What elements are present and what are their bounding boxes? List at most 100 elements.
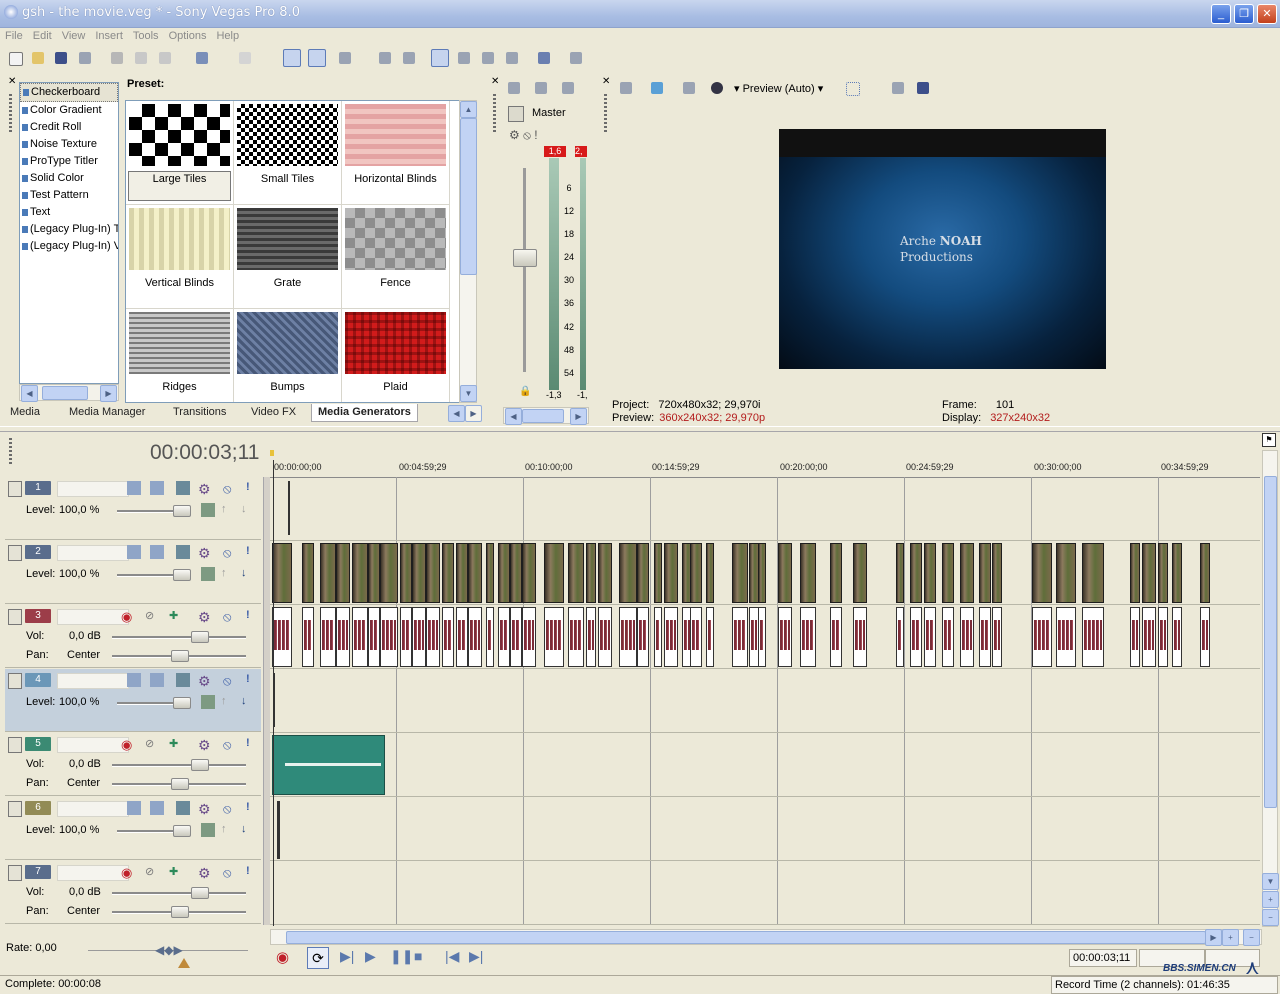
snapping-icon[interactable] xyxy=(336,49,354,67)
track-header-2[interactable]: 2 ⚙ ⦸ ! Level: 100,0 % ↑ ↓ xyxy=(5,541,261,604)
video-event[interactable] xyxy=(690,543,702,603)
stop-button[interactable]: ■ xyxy=(414,948,434,968)
audio-event[interactable] xyxy=(442,607,454,667)
save-icon[interactable] xyxy=(52,49,70,67)
video-event[interactable] xyxy=(1032,543,1052,603)
video-event[interactable] xyxy=(924,543,936,603)
mute-icon[interactable]: ⦸ xyxy=(223,865,237,880)
whats-this-icon[interactable] xyxy=(567,49,585,67)
track-name-field[interactable] xyxy=(57,865,129,881)
play-from-start-button[interactable]: ▶| xyxy=(340,948,360,968)
go-to-end-button[interactable]: ▶| xyxy=(469,948,489,968)
invert-phase-icon[interactable]: ⊘ xyxy=(145,865,159,879)
video-fx-icon[interactable] xyxy=(708,79,726,97)
video-event[interactable] xyxy=(758,543,766,603)
track-header-1[interactable]: 1 ⚙ ⦸ ! Level: 100,0 % ↑ ↓ xyxy=(5,477,261,540)
audio-event[interactable] xyxy=(598,607,612,667)
splitter[interactable] xyxy=(0,426,1280,432)
audio-event[interactable] xyxy=(992,607,1002,667)
audio-event[interactable] xyxy=(654,607,662,667)
paste-icon[interactable] xyxy=(156,49,174,67)
preset-bumps[interactable]: Bumps xyxy=(234,309,342,402)
video-event[interactable] xyxy=(800,543,816,603)
video-event[interactable] xyxy=(498,543,510,603)
solo-icon[interactable]: ! xyxy=(246,673,260,687)
track-lane-2[interactable] xyxy=(270,541,1260,605)
composite-icon[interactable] xyxy=(176,545,190,559)
save-snapshot-icon[interactable] xyxy=(914,79,932,97)
audio-event[interactable] xyxy=(690,607,702,667)
close-button[interactable]: ✕ xyxy=(1257,4,1277,24)
track-fx-icon[interactable]: ✚ xyxy=(169,865,183,879)
copy-snapshot-icon[interactable] xyxy=(889,79,907,97)
copy-icon[interactable] xyxy=(132,49,150,67)
scroll-left-button[interactable]: ◀ xyxy=(505,408,522,425)
audio-event[interactable] xyxy=(486,607,494,667)
generator-item[interactable]: Checkerboard xyxy=(20,83,118,102)
compositing-mode-icon[interactable] xyxy=(201,567,215,581)
scroll-right-button[interactable]: ▶ xyxy=(570,408,587,425)
audio-event[interactable] xyxy=(400,607,412,667)
child-icon[interactable]: ↓ xyxy=(241,695,255,709)
video-event[interactable] xyxy=(380,543,398,603)
video-event[interactable] xyxy=(732,543,748,603)
audio-event[interactable] xyxy=(853,607,867,667)
video-event[interactable] xyxy=(522,543,536,603)
mixer-downmix-icon[interactable] xyxy=(532,79,550,97)
track-header-4[interactable]: 4 ⚙ ⦸ ! Level: 100,0 % ↑ ↓ xyxy=(5,669,261,732)
collapse-icon[interactable] xyxy=(8,737,22,753)
track-name-field[interactable] xyxy=(57,545,129,561)
audio-event[interactable] xyxy=(732,607,748,667)
video-event[interactable] xyxy=(412,543,426,603)
audio-event[interactable] xyxy=(910,607,922,667)
preset-vertical-blinds[interactable]: Vertical Blinds xyxy=(126,205,234,309)
motion-icon[interactable] xyxy=(127,673,141,687)
zoom-out-vertical[interactable]: − xyxy=(1262,909,1279,926)
audio-event[interactable] xyxy=(510,607,522,667)
generator-item[interactable]: Noise Texture xyxy=(20,136,118,153)
dim-output-icon[interactable] xyxy=(559,79,577,97)
zoom-in-horizontal[interactable]: + xyxy=(1222,929,1239,946)
audio-event[interactable] xyxy=(1158,607,1168,667)
preview-quality-dropdown[interactable]: ▾ Preview (Auto) ▾ xyxy=(734,82,823,95)
mixer-hscroll[interactable]: ◀ ▶ xyxy=(503,407,589,425)
video-event[interactable] xyxy=(853,543,867,603)
audio-event[interactable] xyxy=(758,607,766,667)
marker-icon[interactable]: ⚑ xyxy=(1262,433,1276,447)
generator-item[interactable]: (Legacy Plug-In) V xyxy=(20,238,118,255)
audio-event[interactable] xyxy=(942,607,954,667)
audio-event[interactable] xyxy=(272,607,292,667)
menu-edit[interactable]: Edit xyxy=(28,28,57,44)
compositing-mode-icon[interactable] xyxy=(201,503,215,517)
generator-item[interactable]: Credit Roll xyxy=(20,119,118,136)
video-event[interactable] xyxy=(637,543,649,603)
audio-event[interactable] xyxy=(544,607,564,667)
video-event[interactable] xyxy=(288,481,290,535)
video-event[interactable] xyxy=(706,543,714,603)
compositing-mode-icon[interactable] xyxy=(201,823,215,837)
audio-event[interactable] xyxy=(498,607,510,667)
audio-event[interactable] xyxy=(830,607,842,667)
video-event[interactable] xyxy=(302,543,314,603)
envelope-tool-icon[interactable] xyxy=(308,49,326,67)
audio-event[interactable] xyxy=(1056,607,1076,667)
parent-icon[interactable]: ↑ xyxy=(221,695,235,709)
scroll-right-button[interactable]: ▶ xyxy=(100,385,117,402)
preset-fence[interactable]: Fence xyxy=(342,205,450,309)
invert-phase-icon[interactable]: ⊘ xyxy=(145,737,159,751)
track-lane-6[interactable] xyxy=(270,797,1260,861)
track-fx-icon[interactable]: ✚ xyxy=(169,737,183,751)
compositing-mode-icon[interactable] xyxy=(201,695,215,709)
solo-icon[interactable]: ! xyxy=(246,737,260,751)
loop-marker[interactable] xyxy=(270,450,274,456)
ignore-grouping-icon[interactable] xyxy=(455,49,473,67)
fx-icon[interactable] xyxy=(150,481,164,495)
track-header-5[interactable]: 5 ◉ ⊘ ✚ ⚙ ⦸ ! Vol: 0,0 dB Pan: Center xyxy=(5,733,261,796)
solo-icon[interactable]: ! xyxy=(246,481,260,495)
insert-bus-icon[interactable] xyxy=(505,79,523,97)
panel-grip[interactable] xyxy=(493,94,496,134)
audio-event[interactable] xyxy=(368,607,380,667)
fx-icon[interactable] xyxy=(150,801,164,815)
generator-item[interactable]: Test Pattern xyxy=(20,187,118,204)
audio-event[interactable] xyxy=(1082,607,1104,667)
